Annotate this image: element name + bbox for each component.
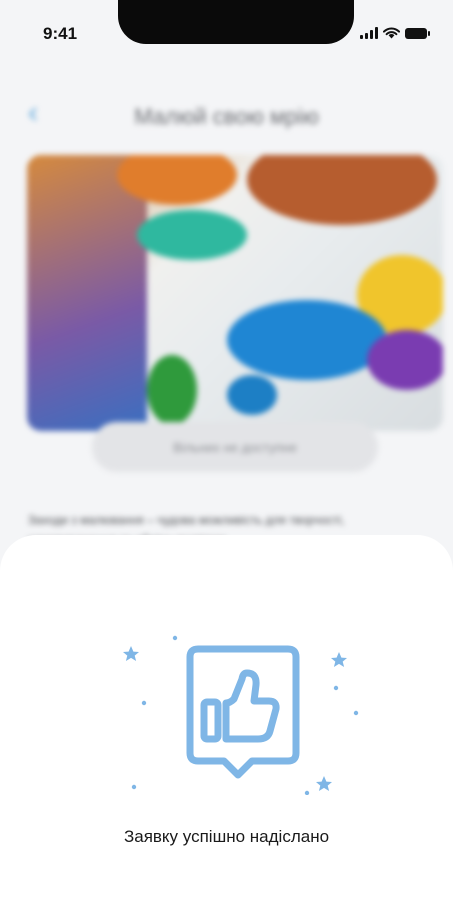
- signal-icon: [360, 27, 378, 39]
- star-icon: [331, 652, 347, 667]
- paint-blot: [27, 155, 147, 431]
- status-time: 9:41: [43, 24, 78, 43]
- wifi-icon: [383, 27, 400, 39]
- device-notch: [118, 0, 354, 44]
- thumbs-up-icon: [200, 669, 280, 743]
- paint-blot: [137, 210, 247, 260]
- hero-image: [27, 155, 443, 431]
- paint-blot: [247, 155, 437, 225]
- page-title: Малюй свою мрію: [134, 104, 319, 129]
- success-bottom-sheet: Заявку успішно надіслано: [0, 535, 453, 914]
- unavailable-status-button[interactable]: Вільних не доступне: [92, 422, 378, 472]
- status-icons: [360, 27, 430, 39]
- battery-icon: [405, 27, 430, 39]
- paint-blot: [227, 300, 387, 380]
- star-icon: [123, 646, 139, 661]
- status-bar: 9:41: [0, 0, 453, 60]
- success-message: Заявку успішно надіслано: [123, 827, 330, 846]
- paint-blot: [367, 330, 443, 390]
- success-illustration: [123, 635, 359, 795]
- paint-blot: [227, 375, 277, 415]
- star-icon: [316, 776, 332, 791]
- paint-blot: [147, 355, 197, 425]
- screen: ‹ Малюй свою мрію Вільних не доступне За…: [0, 0, 453, 914]
